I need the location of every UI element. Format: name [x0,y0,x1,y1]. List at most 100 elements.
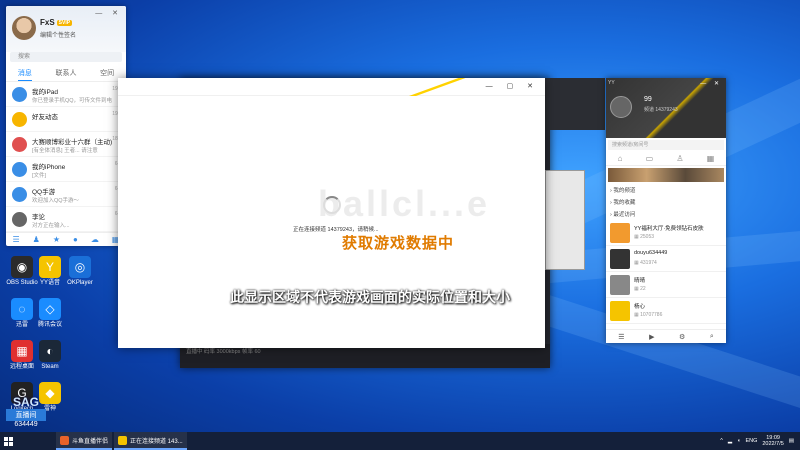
contact-avatar [12,162,27,177]
qq-header: — ✕ FxS SVIP 编辑个性签名 [6,6,126,52]
list-item[interactable]: 李论对方正在输入...6-2 [6,207,126,232]
room-section-header[interactable]: › 我的频道 [606,184,726,196]
search-input[interactable]: 搜索 [10,52,122,62]
taskbar-app-streamer[interactable]: 斗鱼直播伴侣 [56,432,113,450]
titlebar-stripe [395,78,485,96]
search-icon[interactable]: ⌕ [710,333,714,341]
app-icon: ◎ [69,256,91,278]
video-icon[interactable]: ▶ [649,333,654,341]
list-item-preview: 对方正在输入... [32,223,70,229]
room-app-title: YY [608,80,615,86]
room-viewer-count: ▦ 22 [634,286,646,292]
avatar[interactable] [610,96,632,118]
room-footer: ☰ ▶ ⚙ ⌕ [606,329,726,343]
room-tabs: ⌂ ▭ ♙ ▦ [606,152,726,166]
tab-messages[interactable]: 消息 [17,66,32,81]
room-window-buttons[interactable]: — ✕ [700,80,722,87]
list-item[interactable]: QQ手游欢迎加入QQ手游～6-2 [6,182,126,207]
channel-icon[interactable]: ▭ [646,154,654,163]
clock-date: 2022/7/5 [762,441,784,447]
notification-icon[interactable]: ▤ [789,438,794,444]
desktop-icon-label: 腾讯会议 [37,322,62,328]
mini-window [545,78,605,130]
list-item-preview: [文件] [32,173,47,179]
app-icon: ◌ [11,298,33,320]
contact-avatar [12,112,27,127]
people-icon[interactable]: ♙ [676,154,683,163]
star-icon[interactable]: ★ [53,235,60,244]
list-item-preview: [有全体消息] 王者... 请注意 [32,148,98,154]
cloud-icon[interactable]: ☁ [91,235,99,244]
yy-room-panel: YY — ✕ 99 频道 14379243 搜索频道/房间号 ⌂ ▭ ♙ ▦ ›… [606,78,726,343]
desktop-icon[interactable]: ◐ Steam [32,340,68,371]
desktop-icon[interactable]: ◎ OKPlayer [62,256,98,287]
window-buttons[interactable]: — ▢ ✕ [486,82,539,90]
contacts-icon[interactable]: ♟ [33,235,40,244]
room-viewer-count: ▦ 431974 [634,260,657,266]
qq-signature[interactable]: 编辑个性签名 [40,30,76,39]
desktop-icon-label: OKPlayer [67,280,93,286]
room-section-header[interactable]: › 我的收藏 [606,196,726,208]
room-thumbnail [610,223,630,243]
qq-window-buttons[interactable]: — ✕ [95,9,122,17]
contact-avatar [12,187,27,202]
taskbar-app-label: 正在连接频道 143... [130,438,183,445]
penguin-icon[interactable]: ● [73,235,78,244]
avatar[interactable] [12,16,36,40]
room-name: douyu634449 [634,250,668,256]
display-area-notice: 此显示区域不代表游戏画面的实际位置和大小 [230,289,510,305]
qq-name-text: FxS [40,18,55,27]
tab-contacts[interactable]: 联系人 [55,66,76,81]
language-indicator[interactable]: ENG [745,438,757,444]
logo-top-text: SAG [12,395,39,409]
list-item[interactable]: douyu634449 ▦ 431974 [606,246,726,272]
list-item-preview: 你已登录手机QQ，可传文件到电脑 [32,98,112,104]
room-header: YY — ✕ 99 频道 14379243 [606,78,726,138]
qq-tabs: 消息 联系人 空间 [6,66,126,82]
qq-conversation-list: 我的iPad你已登录手机QQ，可传文件到电脑19:0好友动态19:0大赛顺博彩业… [6,82,126,232]
room-banner[interactable] [608,168,724,182]
list-item-preview: 欢迎加入QQ手游～ [32,198,80,204]
clock[interactable]: 19:09 2022/7/5 [762,435,783,447]
app-icon: ▦ [11,340,33,362]
contact-avatar [12,212,27,227]
room-section-header[interactable]: › 最近访问 [606,208,726,220]
room-name: 杨心 [634,304,646,310]
qq-main-panel: — ✕ FxS SVIP 编辑个性签名 搜索 消息 联系人 空间 我的iPad 你已… [6,6,126,246]
taskbar-search[interactable] [16,432,56,450]
windows-icon [3,436,13,446]
menu-icon[interactable]: ☰ [618,333,624,341]
list-item[interactable]: 我的iPhone[文件]6-2 [6,157,126,182]
list-item[interactable]: 晴晴 ▦ 22 [606,272,726,298]
list-item[interactable]: 好友动态19:0 [6,107,126,132]
vip-badge: SVIP [56,19,73,26]
room-user-name: 99 [644,96,652,103]
network-icon[interactable]: ▂ [728,438,732,444]
start-button[interactable] [0,432,16,450]
streamer-app-icon [60,435,69,445]
room-viewer-count: ▦ 10707786 [634,312,663,318]
desktop-icon[interactable]: ◇ 腾讯会议 [32,298,68,329]
list-item[interactable]: 杨心 ▦ 10707786 [606,298,726,324]
list-item[interactable]: YY福利大厅·免费领钻石皮肤 ▦ 25053 [606,220,726,246]
room-sections: › 我的频道 › 我的收藏 › 最近访问 [606,184,726,220]
loading-titlebar: — ▢ ✕ [118,78,545,96]
room-thumbnail [610,249,630,269]
taskbar-app-label: 斗鱼直播伴侣 [72,438,109,445]
system-tray: ^ ▂ ◖ ENG 19:09 2022/7/5 ▤ [720,435,800,447]
list-item[interactable]: 我的iPad你已登录手机QQ，可传文件到电脑19:0 [6,82,126,107]
list-item[interactable]: 大赛顺博彩业十六群（主动)[有全体消息] 王者... 请注意18:1 [6,132,126,157]
taskbar-app-yy[interactable]: 正在连接频道 143... [114,432,187,450]
settings-icon[interactable]: ⚙ [679,333,685,341]
room-thumbnail [610,301,630,321]
search-input[interactable]: 搜索频道/房间号 [608,140,724,150]
home-icon[interactable]: ⌂ [618,154,623,163]
tray-up-icon[interactable]: ^ [720,438,723,444]
tab-space[interactable]: 空间 [100,66,114,81]
grid-icon[interactable]: ▦ [707,154,715,163]
desktop-icon-label: Steam [41,364,59,370]
background-watermark: ballcl...e [318,183,491,224]
list-item-title: 李论 [32,214,45,221]
menu-icon[interactable]: ☰ [13,235,20,244]
volume-icon[interactable]: ◖ [737,438,740,444]
